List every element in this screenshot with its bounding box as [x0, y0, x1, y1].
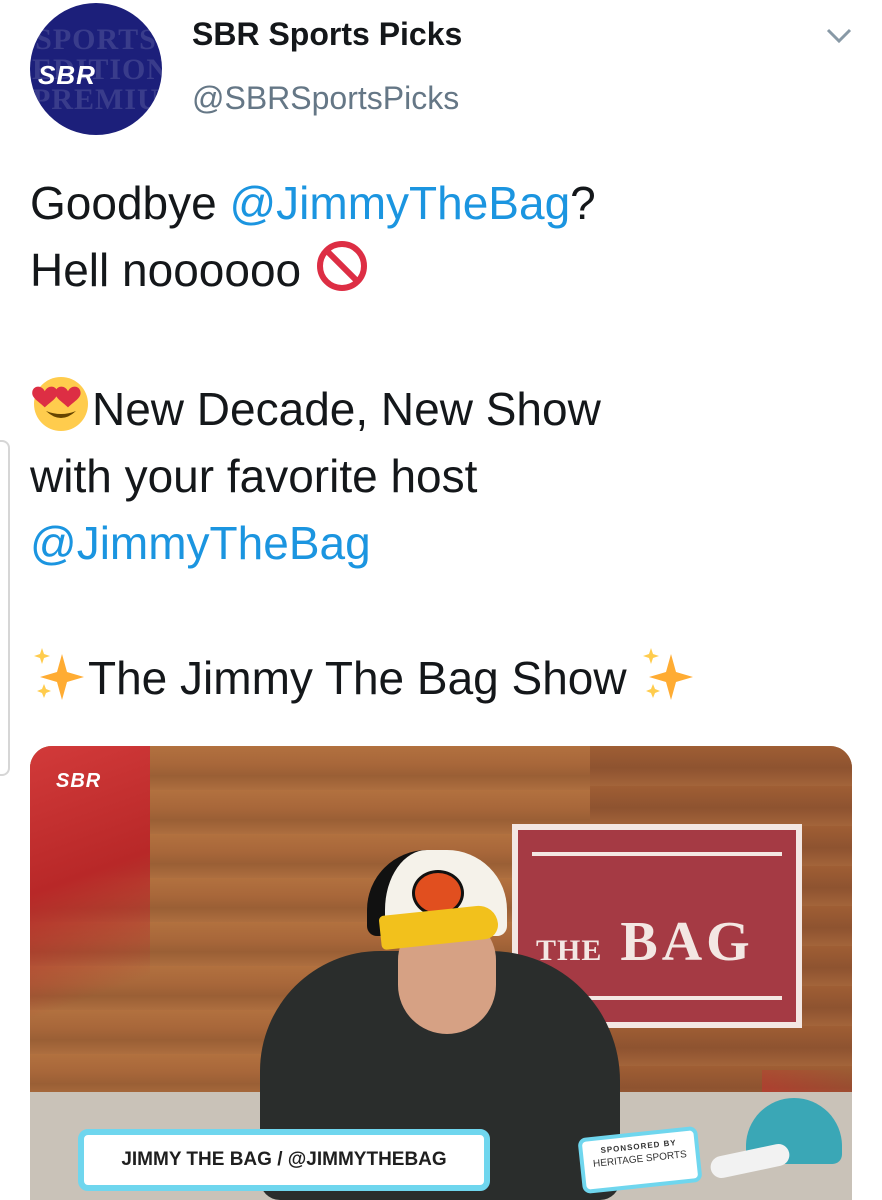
- tweet-text: Goodbye @JimmyTheBag? Hell noooooo New D…: [30, 170, 850, 712]
- sparkles-icon: [643, 648, 694, 700]
- heart-eyes-icon: [32, 377, 88, 431]
- sign-word: BAG: [620, 911, 754, 973]
- no-entry-icon: [316, 241, 367, 291]
- scroll-handle[interactable]: [0, 440, 10, 776]
- tweet-line4: with your favorite host: [30, 450, 478, 502]
- lower-third-banner: JIMMY THE BAG / @JIMMYTHEBAG: [78, 1129, 490, 1191]
- mention-link[interactable]: @JimmyTheBag: [229, 177, 570, 229]
- tweet-line2: Hell noooooo: [30, 244, 302, 296]
- tweet-media-image[interactable]: SBR THE BAG JIMMY THE BAG / @JIMMYTHEBAG…: [30, 746, 852, 1200]
- tweet-line3: New Decade, New Show: [92, 383, 601, 435]
- chevron-down-icon[interactable]: [826, 28, 852, 44]
- media-corner-logo: SBR: [56, 770, 102, 792]
- tweet-line1-pre: Goodbye: [30, 177, 230, 229]
- tweet-line5: The Jimmy The Bag Show: [88, 652, 627, 704]
- tweet-line1-post: ?: [570, 177, 596, 229]
- user-handle[interactable]: @SBRSportsPicks: [192, 80, 459, 117]
- mention-link[interactable]: @JimmyTheBag: [30, 517, 371, 569]
- display-name[interactable]: SBR Sports Picks: [192, 16, 462, 53]
- avatar-logo: SBR: [38, 60, 96, 90]
- avatar[interactable]: SPORTSEDITIONPREMIUM SBR: [30, 3, 162, 135]
- sparkles-icon: [34, 648, 84, 700]
- sign-prefix: THE: [536, 934, 603, 967]
